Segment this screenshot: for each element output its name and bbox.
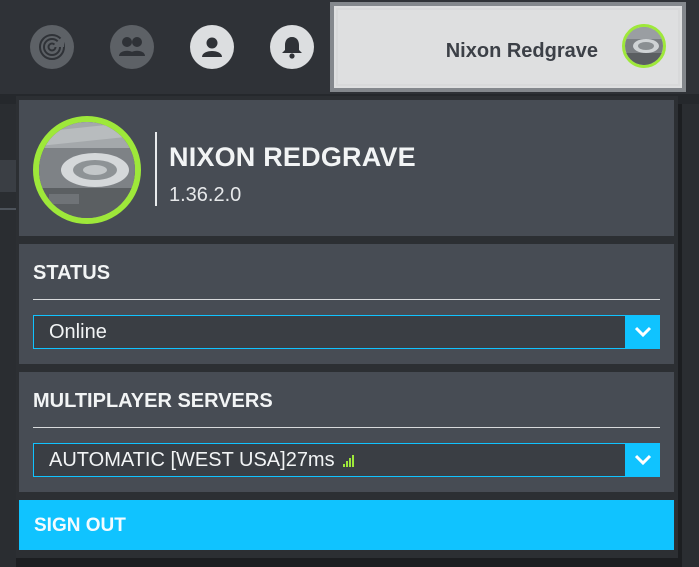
chevron-down-icon[interactable]: [625, 315, 660, 349]
background-right: [682, 104, 699, 567]
server-value: AUTOMATIC [WEST USA]27ms: [49, 449, 335, 471]
top-bar: Nixon Redgrave: [0, 0, 699, 94]
profile-icon[interactable]: [190, 25, 234, 69]
friends-icon[interactable]: [110, 25, 154, 69]
chevron-down-icon[interactable]: [625, 443, 660, 477]
server-select[interactable]: AUTOMATIC [WEST USA]27ms: [33, 443, 660, 477]
status-value: Online: [49, 321, 107, 343]
user-chip-name: Nixon Redgrave: [445, 40, 598, 62]
status-divider: [33, 299, 660, 300]
app-version: 1.36.2.0: [169, 184, 242, 206]
user-account-button[interactable]: Nixon Redgrave: [330, 2, 686, 92]
servers-divider: [33, 427, 660, 428]
profile-menu: NIXON REDGRAVE 1.36.2.0 STATUS Online MU…: [16, 96, 678, 558]
multiplayer-servers-section: MULTIPLAYER SERVERS AUTOMATIC [WEST USA]…: [19, 372, 674, 492]
sign-out-label: SIGN OUT: [34, 515, 126, 536]
server-value-wrap: AUTOMATIC [WEST USA]27ms: [49, 449, 354, 472]
status-select[interactable]: Online: [33, 315, 660, 349]
profile-name: NIXON REDGRAVE: [169, 142, 416, 172]
sign-out-button[interactable]: SIGN OUT: [19, 500, 674, 550]
servers-title: MULTIPLAYER SERVERS: [33, 390, 273, 412]
profile-avatar: [33, 116, 141, 224]
radar-icon[interactable]: [30, 25, 74, 69]
status-section: STATUS Online: [19, 244, 674, 364]
status-title: STATUS: [33, 262, 111, 284]
signal-strength-icon: [342, 454, 354, 467]
profile-card: NIXON REDGRAVE 1.36.2.0: [19, 100, 674, 236]
background-left: [0, 104, 16, 567]
user-chip-avatar: [622, 24, 666, 68]
notifications-icon[interactable]: [270, 25, 314, 69]
profile-divider: [155, 132, 157, 206]
